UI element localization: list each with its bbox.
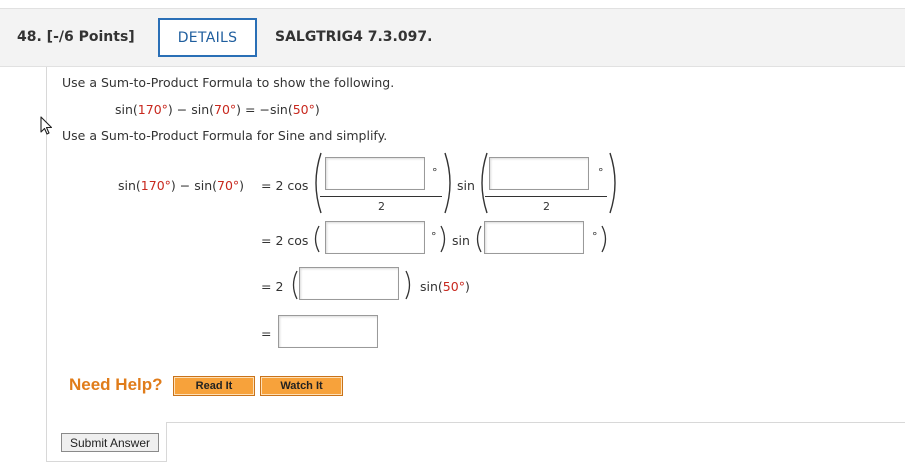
left-paren-5 bbox=[292, 270, 298, 300]
identity-statement: sin(170°) − sin(70°) = −sin(50°) bbox=[115, 102, 320, 117]
content-border-bottom bbox=[46, 461, 166, 462]
degree-3: ° bbox=[431, 230, 437, 243]
degree-1: ° bbox=[432, 166, 438, 179]
answer-box-6-final[interactable] bbox=[278, 315, 378, 348]
fraction-bar-1 bbox=[320, 196, 442, 197]
step3-sin50: sin(50°) bbox=[420, 279, 470, 294]
identity-close-3: ) bbox=[314, 102, 320, 117]
lhs-close: ) bbox=[239, 178, 245, 193]
identity-arg-170: 170° bbox=[137, 102, 168, 117]
submit-area-divider-vertical bbox=[166, 422, 167, 462]
right-paren-5 bbox=[405, 270, 411, 300]
instruction-line-1: Use a Sum-to-Product Formula to show the… bbox=[62, 75, 395, 90]
right-paren-3 bbox=[440, 225, 446, 253]
question-number: 48. [-/6 Points] bbox=[17, 29, 135, 45]
answer-box-3[interactable] bbox=[325, 221, 425, 254]
sin50-close: ) bbox=[464, 279, 470, 294]
lhs-arg-170: 170° bbox=[140, 178, 171, 193]
identity-minus: − sin( bbox=[172, 102, 215, 117]
right-paren-2 bbox=[609, 152, 616, 214]
mouse-cursor-icon bbox=[40, 116, 53, 135]
identity-arg-50: 50° bbox=[292, 102, 315, 117]
question-id: SALGTRIG4 7.3.097. bbox=[275, 29, 433, 45]
instruction-line-2: Use a Sum-to-Product Formula for Sine an… bbox=[62, 128, 388, 143]
step3-equals-2: = 2 bbox=[261, 279, 284, 294]
sin50-arg: 50° bbox=[442, 279, 465, 294]
need-help-label: Need Help? bbox=[69, 375, 163, 394]
lhs-arg-70: 70° bbox=[217, 178, 240, 193]
left-paren-3 bbox=[314, 225, 320, 253]
step2-sin: sin bbox=[452, 233, 470, 248]
degree-4: ° bbox=[592, 230, 598, 243]
identity-arg-70: 70° bbox=[214, 102, 237, 117]
read-it-button[interactable]: Read It bbox=[173, 376, 255, 396]
left-paren-1 bbox=[315, 152, 322, 214]
identity-sin: sin( bbox=[115, 102, 138, 117]
submit-answer-button[interactable]: Submit Answer bbox=[61, 433, 159, 452]
right-paren-4 bbox=[601, 225, 607, 253]
step2-equals-2cos: = 2 cos bbox=[261, 233, 309, 248]
denominator-2: 2 bbox=[543, 200, 550, 213]
answer-box-1-numerator[interactable] bbox=[325, 157, 425, 190]
answer-box-5[interactable] bbox=[299, 267, 399, 300]
watch-it-button[interactable]: Watch It bbox=[260, 376, 343, 396]
sin50-sin: sin( bbox=[420, 279, 443, 294]
step1-lhs: sin(170°) − sin(70°) bbox=[118, 178, 244, 193]
identity-equals: ) = −sin( bbox=[236, 102, 293, 117]
answer-box-2-numerator[interactable] bbox=[489, 157, 589, 190]
answer-box-4[interactable] bbox=[484, 221, 584, 254]
denominator-1: 2 bbox=[378, 200, 385, 213]
question-header: 48. [-/6 Points] DETAILS SALGTRIG4 7.3.0… bbox=[0, 8, 905, 67]
lhs-sin: sin( bbox=[118, 178, 141, 193]
degree-2: ° bbox=[598, 166, 604, 179]
details-button[interactable]: DETAILS bbox=[158, 18, 257, 57]
left-paren-2 bbox=[481, 152, 488, 214]
step1-equals-2cos: = 2 cos bbox=[261, 178, 309, 193]
fraction-bar-2 bbox=[485, 196, 607, 197]
step1-sin: sin bbox=[457, 178, 475, 193]
lhs-minus-sin: ) − sin( bbox=[170, 178, 217, 193]
submit-area-divider bbox=[166, 422, 905, 423]
step4-equals: = bbox=[261, 326, 272, 341]
right-paren-1 bbox=[444, 152, 451, 214]
left-paren-4 bbox=[476, 225, 482, 253]
